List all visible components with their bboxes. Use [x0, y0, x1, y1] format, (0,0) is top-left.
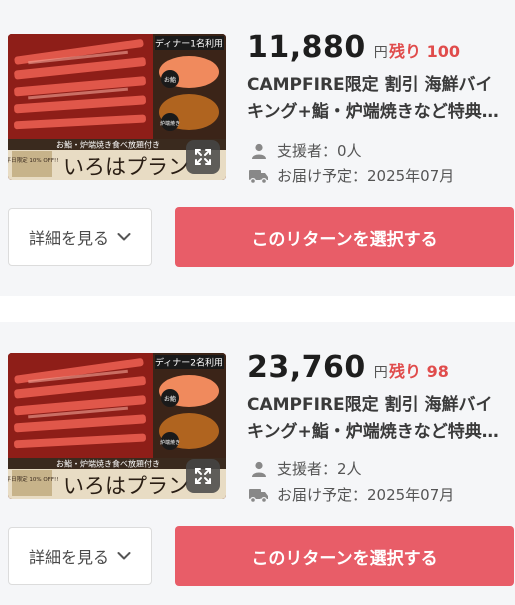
side-label-2: 炉端焼き [160, 120, 180, 127]
truck-icon [249, 486, 269, 504]
backers-row: 支援者：0人 [249, 140, 362, 161]
chevron-down-icon [117, 232, 131, 242]
remaining-badge: 残り 98 [389, 362, 449, 381]
details-label: 詳細を見る [28, 229, 109, 248]
reward-title: CAMPFIRE限定 割引 海鮮バイキング+鮨・炉端焼きなど特典付き [247, 395, 499, 442]
backers-count: 支援者：2人 [277, 460, 362, 478]
section-divider [0, 296, 515, 322]
expand-button[interactable] [186, 140, 220, 174]
reward-card: ディナー1名利用 お鮨 炉端焼き お鮨・炉端焼き食べ放題付き 平日限定 10% … [0, 0, 515, 296]
strip-text: お鮨・炉端焼き食べ放題付き [56, 140, 160, 150]
side-label-2: 炉端焼き [160, 439, 180, 446]
select-reward-button[interactable]: このリターンを選択する [175, 207, 514, 267]
plan-name: いろはプラン [63, 155, 189, 179]
delivery-date: お届け予定：2025年07月 [277, 167, 455, 185]
currency: 円 [373, 365, 388, 381]
truck-icon [249, 167, 269, 185]
discount-badge: 平日限定 10% OFF!! [8, 156, 58, 164]
details-button[interactable]: 詳細を見る [8, 527, 152, 585]
banner-top: ディナー1名利用 [155, 38, 223, 50]
side-label-1: お鮨 [164, 395, 176, 403]
details-button[interactable]: 詳細を見る [8, 208, 152, 266]
backers-count: 支援者：0人 [277, 142, 362, 160]
chevron-down-icon [117, 551, 131, 561]
reward-image[interactable]: ディナー2名利用 お鮨 炉端焼き お鮨・炉端焼き食べ放題付き 平日限定 10% … [8, 353, 226, 499]
price-row: 11,880 円 [247, 30, 388, 65]
backers-row: 支援者：2人 [249, 458, 362, 479]
strip-text: お鮨・炉端焼き食べ放題付き [56, 459, 160, 469]
delivery-row: お届け予定：2025年07月 [249, 484, 454, 505]
price-row: 23,760 円 [247, 350, 388, 385]
user-icon [249, 142, 269, 160]
expand-icon [195, 468, 211, 484]
banner-top: ディナー2名利用 [155, 357, 223, 369]
expand-icon [195, 149, 211, 165]
remaining-badge: 残り 100 [389, 42, 460, 61]
plan-name: いろはプラン [63, 474, 189, 498]
reward-image[interactable]: ディナー1名利用 お鮨 炉端焼き お鮨・炉端焼き食べ放題付き 平日限定 10% … [8, 34, 226, 180]
discount-badge: 平日限定 10% OFF!! [8, 475, 58, 483]
expand-button[interactable] [186, 459, 220, 493]
details-label: 詳細を見る [28, 548, 109, 567]
reward-title: CAMPFIRE限定 割引 海鮮バイキング+鮨・炉端焼きなど特典付き [247, 75, 499, 122]
side-label-1: お鮨 [164, 76, 176, 84]
select-reward-button[interactable]: このリターンを選択する [175, 526, 514, 586]
currency: 円 [373, 45, 388, 61]
user-icon [249, 460, 269, 478]
price: 11,880 [247, 30, 366, 65]
delivery-row: お届け予定：2025年07月 [249, 165, 454, 186]
price: 23,760 [247, 350, 366, 385]
delivery-date: お届け予定：2025年07月 [277, 486, 455, 504]
